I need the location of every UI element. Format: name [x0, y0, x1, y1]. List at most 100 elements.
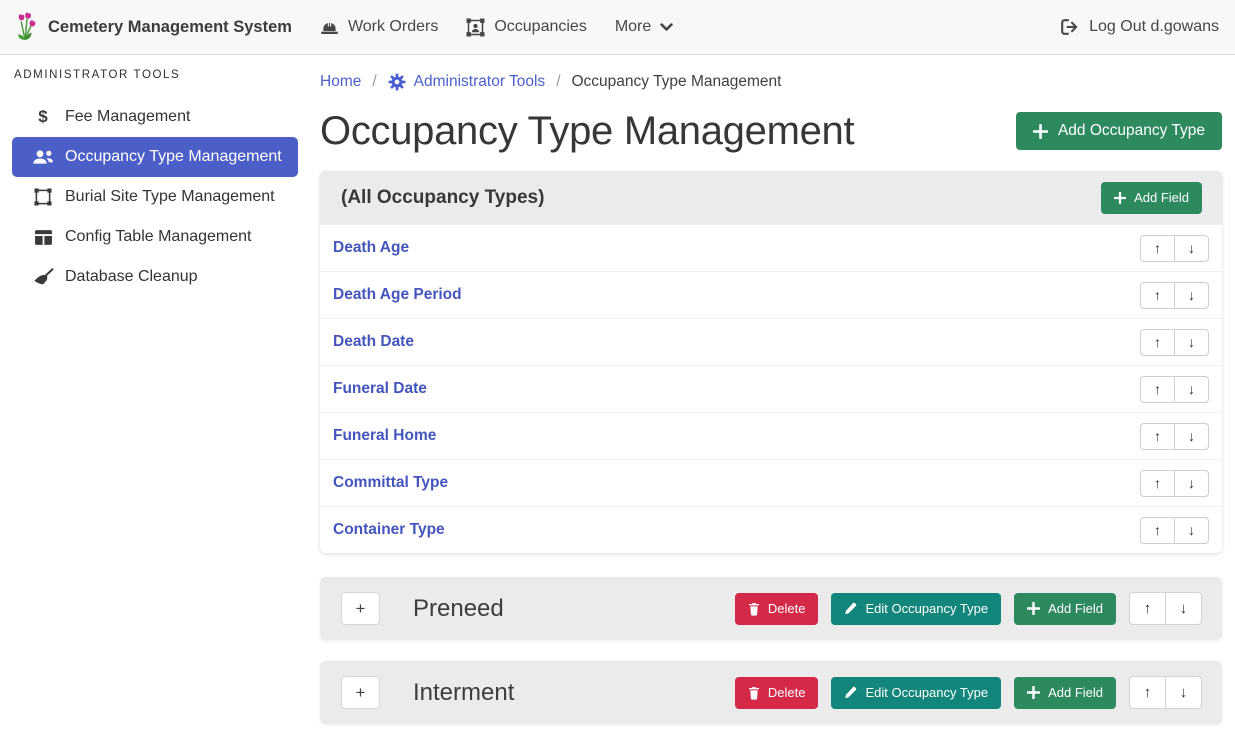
move-up-button[interactable]: ↑ [1140, 282, 1175, 309]
plus-icon [1114, 192, 1126, 204]
breadcrumb-home[interactable]: Home [320, 73, 361, 91]
move-up-button[interactable]: ↑ [1140, 517, 1175, 544]
dollar-sign-icon: $ [30, 107, 56, 127]
down-arrow-icon: ↓ [1180, 685, 1188, 700]
reorder-controls: ↑ ↓ [1129, 592, 1202, 625]
delete-button[interactable]: Delete [735, 593, 819, 625]
sidebar-item-occupancy-type-management[interactable]: Occupancy Type Management [12, 137, 298, 177]
down-arrow-icon: ↓ [1180, 601, 1188, 616]
main-content: Home / Administrat [310, 55, 1235, 724]
edit-occupancy-type-button[interactable]: Edit Occupancy Type [831, 593, 1001, 625]
move-down-button[interactable]: ↓ [1174, 517, 1209, 544]
move-down-button[interactable]: ↓ [1174, 470, 1209, 497]
up-arrow-icon: ↑ [1154, 335, 1161, 349]
move-up-button[interactable]: ↑ [1140, 470, 1175, 497]
field-row: Death Date ↑ ↓ [320, 318, 1222, 365]
nav-more[interactable]: More [615, 18, 673, 36]
down-arrow-icon: ↓ [1188, 523, 1195, 537]
move-up-button[interactable]: ↑ [1140, 423, 1175, 450]
section-title: Interment [413, 679, 514, 707]
field-link-death-date[interactable]: Death Date [333, 333, 414, 351]
field-link-committal-type[interactable]: Committal Type [333, 474, 448, 492]
pencil-icon [844, 686, 857, 699]
expand-button[interactable]: + [341, 676, 380, 709]
field-row: Funeral Date ↑ ↓ [320, 365, 1222, 412]
breadcrumb: Home / Administrat [320, 73, 1222, 91]
sidebar-header: Administrator Tools [14, 69, 298, 81]
card-title: (All Occupancy Types) [341, 187, 544, 209]
reorder-controls: ↑ ↓ [1140, 235, 1209, 262]
down-arrow-icon: ↓ [1188, 335, 1195, 349]
up-arrow-icon: ↑ [1154, 288, 1161, 302]
all-occupancy-types-card: (All Occupancy Types) Add Field Death Ag… [320, 171, 1222, 553]
vector-square-icon [30, 188, 56, 206]
page-title: Occupancy Type Management [320, 108, 854, 154]
down-arrow-icon: ↓ [1188, 241, 1195, 255]
field-row: Funeral Home ↑ ↓ [320, 412, 1222, 459]
move-down-button[interactable]: ↓ [1174, 329, 1209, 356]
field-row: Death Age ↑ ↓ [320, 224, 1222, 271]
move-up-button[interactable]: ↑ [1129, 592, 1166, 625]
edit-occupancy-type-button[interactable]: Edit Occupancy Type [831, 677, 1001, 709]
field-link-funeral-date[interactable]: Funeral Date [333, 380, 427, 398]
up-arrow-icon: ↑ [1154, 241, 1161, 255]
move-up-button[interactable]: ↑ [1140, 235, 1175, 262]
move-up-button[interactable]: ↑ [1129, 676, 1166, 709]
down-arrow-icon: ↓ [1188, 288, 1195, 302]
field-link-funeral-home[interactable]: Funeral Home [333, 427, 436, 445]
trash-icon [748, 686, 760, 700]
pencil-icon [844, 602, 857, 615]
field-link-death-age[interactable]: Death Age [333, 239, 409, 257]
nav-work-orders[interactable]: Work Orders [320, 18, 438, 36]
section-title: Preneed [413, 595, 504, 623]
move-down-button[interactable]: ↓ [1174, 235, 1209, 262]
move-down-button[interactable]: ↓ [1165, 592, 1202, 625]
up-arrow-icon: ↑ [1154, 429, 1161, 443]
reorder-controls: ↑ ↓ [1129, 676, 1202, 709]
occupancy-type-section-interment: + Interment Delete [320, 661, 1222, 724]
move-up-button[interactable]: ↑ [1140, 329, 1175, 356]
top-navbar: Cemetery Management System Work Orders [0, 0, 1235, 55]
move-down-button[interactable]: ↓ [1174, 282, 1209, 309]
sidebar: Administrator Tools $ Fee Management Occ… [0, 55, 310, 297]
up-arrow-icon: ↑ [1144, 685, 1152, 700]
up-arrow-icon: ↑ [1154, 382, 1161, 396]
move-down-button[interactable]: ↓ [1165, 676, 1202, 709]
plus-icon [1027, 602, 1040, 615]
expand-button[interactable]: + [341, 592, 380, 625]
down-arrow-icon: ↓ [1188, 476, 1195, 490]
sidebar-item-database-cleanup[interactable]: Database Cleanup [12, 257, 298, 297]
delete-button[interactable]: Delete [735, 677, 819, 709]
add-field-button[interactable]: Add Field [1101, 182, 1202, 214]
table-icon [30, 229, 56, 246]
reorder-controls: ↑ ↓ [1140, 517, 1209, 544]
add-occupancy-type-button[interactable]: Add Occupancy Type [1016, 112, 1222, 150]
move-down-button[interactable]: ↓ [1174, 423, 1209, 450]
gear-icon [388, 73, 406, 91]
reorder-controls: ↑ ↓ [1140, 282, 1209, 309]
nav-occupancies[interactable]: Occupancies [466, 18, 587, 37]
sidebar-item-burial-site-type-management[interactable]: Burial Site Type Management [12, 177, 298, 217]
add-field-button[interactable]: Add Field [1014, 593, 1116, 625]
move-down-button[interactable]: ↓ [1174, 376, 1209, 403]
sidebar-item-config-table-management[interactable]: Config Table Management [12, 217, 298, 257]
breadcrumb-current: Occupancy Type Management [572, 73, 782, 91]
field-link-container-type[interactable]: Container Type [333, 521, 445, 539]
trash-icon [748, 602, 760, 616]
users-icon [30, 149, 56, 165]
logout-button[interactable]: Log Out d.gowans [1061, 18, 1221, 36]
breadcrumb-separator: / [545, 73, 571, 91]
move-up-button[interactable]: ↑ [1140, 376, 1175, 403]
plus-icon [1033, 124, 1048, 139]
field-row: Committal Type ↑ ↓ [320, 459, 1222, 506]
reorder-controls: ↑ ↓ [1140, 423, 1209, 450]
app-brand[interactable]: Cemetery Management System [14, 12, 292, 42]
field-link-death-age-period[interactable]: Death Age Period [333, 286, 462, 304]
breadcrumb-administrator-tools[interactable]: Administrator Tools [388, 73, 546, 91]
add-field-button[interactable]: Add Field [1014, 677, 1116, 709]
chevron-down-icon [660, 23, 673, 32]
sidebar-item-fee-management[interactable]: $ Fee Management [12, 97, 298, 137]
card-header: (All Occupancy Types) Add Field [320, 171, 1222, 224]
up-arrow-icon: ↑ [1144, 601, 1152, 616]
sign-out-icon [1061, 19, 1079, 35]
